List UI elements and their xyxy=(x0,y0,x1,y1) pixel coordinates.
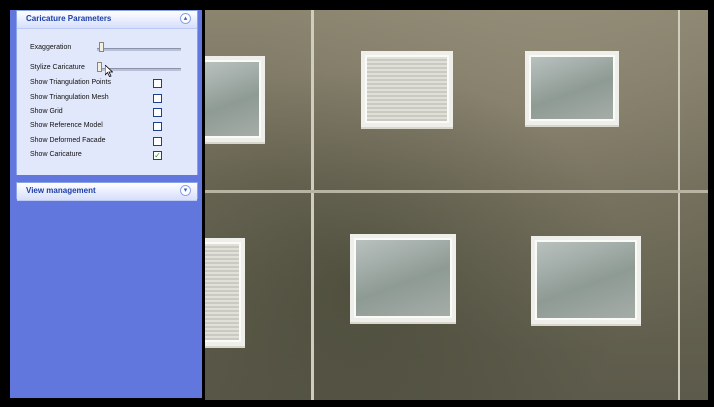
show-caricature-label: Show Caricature xyxy=(30,151,82,158)
show-reference-model-checkbox[interactable] xyxy=(153,122,162,131)
show-triangulation-points-label: Show Triangulation Points xyxy=(30,79,111,86)
show-caricature-checkbox[interactable]: ✓ xyxy=(153,151,162,160)
show-triangulation-mesh-checkbox[interactable] xyxy=(153,94,162,103)
view-management-title: View management xyxy=(26,186,96,195)
show-deformed-facade-checkbox[interactable] xyxy=(153,137,162,146)
show-grid-label: Show Grid xyxy=(30,108,63,115)
window xyxy=(525,51,619,125)
building-facade-image[interactable] xyxy=(205,10,708,400)
window xyxy=(350,234,456,322)
window xyxy=(205,56,265,142)
show-grid-checkbox[interactable] xyxy=(153,108,162,117)
mouse-pointer-icon xyxy=(105,65,113,77)
show-triangulation-points-checkbox[interactable] xyxy=(153,79,162,88)
facade-wall xyxy=(205,10,708,400)
show-deformed-facade-label: Show Deformed Facade xyxy=(30,137,106,144)
stylize-caricature-label: Stylize Caricature xyxy=(30,64,85,71)
exaggeration-slider-track[interactable] xyxy=(97,48,181,51)
view-management-panel: View management ▾ xyxy=(16,182,198,201)
sidebar: Caricature Parameters ▴ Exaggeration Sty… xyxy=(10,10,202,398)
exaggeration-label: Exaggeration xyxy=(30,44,72,51)
drain-pipe xyxy=(311,10,314,400)
stylize-caricature-slider-thumb[interactable] xyxy=(97,62,102,72)
window xyxy=(531,236,641,324)
caricature-panel-body: Exaggeration Stylize Caricature Show Tri… xyxy=(17,29,197,175)
caricature-panel-title: Caricature Parameters xyxy=(26,14,112,23)
view-management-header[interactable]: View management ▾ xyxy=(17,183,197,201)
exaggeration-slider-thumb[interactable] xyxy=(99,42,104,52)
caricature-panel-header[interactable]: Caricature Parameters ▴ xyxy=(17,11,197,29)
double-chevron-up-icon[interactable]: ▴ xyxy=(180,13,191,24)
caricature-parameters-panel: Caricature Parameters ▴ Exaggeration Sty… xyxy=(16,10,198,175)
drain-pipe xyxy=(678,10,680,400)
show-triangulation-mesh-label: Show Triangulation Mesh xyxy=(30,94,109,101)
window xyxy=(361,51,453,127)
double-chevron-down-icon[interactable]: ▾ xyxy=(180,185,191,196)
show-reference-model-label: Show Reference Model xyxy=(30,122,103,129)
window xyxy=(205,238,245,346)
checkmark-icon: ✓ xyxy=(154,151,161,160)
floor-ledge xyxy=(205,190,708,193)
